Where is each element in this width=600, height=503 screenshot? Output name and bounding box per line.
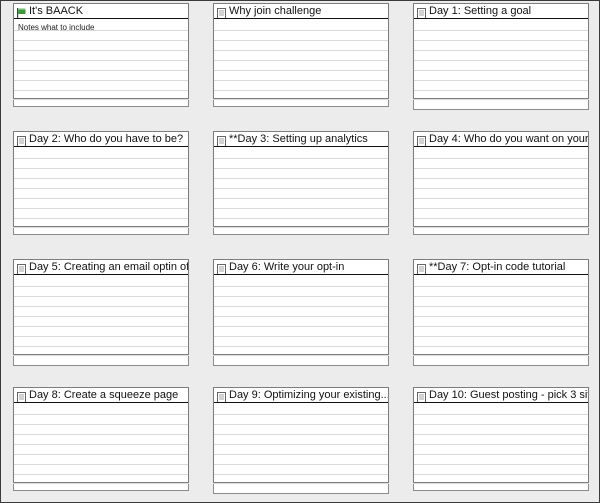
document-icon: [417, 262, 426, 274]
card-front: Day 5: Creating an email optin offer: [13, 259, 189, 355]
index-card[interactable]: Day 2: Who do you have to be?: [13, 131, 189, 235]
card-front: Day 6: Write your opt-in: [213, 259, 389, 355]
index-card[interactable]: Day 5: Creating an email optin offer: [13, 259, 189, 366]
stack-sheet: [413, 362, 589, 366]
card-front: Day 1: Setting a goal: [413, 3, 589, 99]
card-synopsis[interactable]: [414, 403, 588, 482]
stack-sheet: [213, 362, 389, 366]
card-header: Day 4: Who do you want on your...: [414, 132, 588, 147]
card-title: **Day 7: Opt-in code tutorial: [429, 261, 566, 273]
card-front: Why join challenge: [213, 3, 389, 99]
stack-sheet: [13, 487, 189, 491]
document-icon: [417, 390, 426, 402]
document-icon: [217, 134, 226, 146]
card-title: Day 4: Who do you want on your...: [429, 133, 588, 145]
flag-icon: [17, 6, 26, 18]
index-card[interactable]: Why join challenge: [213, 3, 389, 107]
card-synopsis[interactable]: [214, 19, 388, 98]
stack-sheet: [13, 231, 189, 235]
index-card[interactable]: It's BAACK Notes what to include: [13, 3, 189, 107]
card-header: Day 1: Setting a goal: [414, 4, 588, 19]
card-front: **Day 3: Setting up analytics: [213, 131, 389, 227]
stack-sheet: [13, 103, 189, 107]
index-card[interactable]: Day 6: Write your opt-in: [213, 259, 389, 366]
card-title: It's BAACK: [29, 5, 84, 17]
card-synopsis[interactable]: [414, 19, 588, 98]
card-title: Day 2: Who do you have to be?: [29, 133, 184, 145]
card-title: Why join challenge: [229, 5, 322, 17]
card-header: **Day 3: Setting up analytics: [214, 132, 388, 147]
card-title: Day 8: Create a squeeze page: [29, 389, 179, 401]
card-header: Why join challenge: [214, 4, 388, 19]
card-header: Day 8: Create a squeeze page: [14, 388, 188, 403]
document-icon: [217, 262, 226, 274]
index-card[interactable]: Day 4: Who do you want on your...: [413, 131, 589, 235]
card-front: Day 4: Who do you want on your...: [413, 131, 589, 227]
stack-sheet: [213, 490, 389, 494]
card-header: Day 10: Guest posting - pick 3 sites: [414, 388, 588, 403]
document-icon: [17, 390, 26, 402]
card-title: Day 9: Optimizing your existing...: [229, 389, 388, 401]
index-card[interactable]: **Day 7: Opt-in code tutorial: [413, 259, 589, 366]
index-card[interactable]: Day 10: Guest posting - pick 3 sites: [413, 387, 589, 491]
index-card[interactable]: Day 9: Optimizing your existing...: [213, 387, 389, 494]
document-icon: [17, 134, 26, 146]
stack-sheet: [13, 362, 189, 366]
card-note: Notes what to include: [18, 23, 95, 32]
card-synopsis[interactable]: [14, 147, 188, 226]
card-title: Day 6: Write your opt-in: [229, 261, 345, 273]
card-title: Day 10: Guest posting - pick 3 sites: [429, 389, 588, 401]
stack-sheet: [213, 231, 389, 235]
card-title: Day 5: Creating an email optin offer: [29, 261, 188, 273]
corkboard: It's BAACK Notes what to include Why joi…: [0, 0, 600, 503]
card-front: Day 2: Who do you have to be?: [13, 131, 189, 227]
card-title: Day 1: Setting a goal: [429, 5, 532, 17]
document-icon: [417, 6, 426, 18]
card-header: Day 5: Creating an email optin offer: [14, 260, 188, 275]
stack-sheet: [413, 231, 589, 235]
card-synopsis[interactable]: [214, 275, 388, 354]
card-synopsis[interactable]: Notes what to include: [14, 19, 188, 98]
stack-sheet: [413, 487, 589, 491]
card-header: Day 9: Optimizing your existing...: [214, 388, 388, 403]
card-title: **Day 3: Setting up analytics: [229, 133, 368, 145]
card-header: **Day 7: Opt-in code tutorial: [414, 260, 588, 275]
card-synopsis[interactable]: [14, 275, 188, 354]
card-synopsis[interactable]: [414, 147, 588, 226]
card-synopsis[interactable]: [14, 403, 188, 482]
document-icon: [217, 6, 226, 18]
card-front: It's BAACK Notes what to include: [13, 3, 189, 99]
document-icon: [17, 262, 26, 274]
document-icon: [417, 134, 426, 146]
card-header: Day 6: Write your opt-in: [214, 260, 388, 275]
card-synopsis[interactable]: [214, 403, 388, 482]
card-front: **Day 7: Opt-in code tutorial: [413, 259, 589, 355]
document-icon: [217, 390, 226, 402]
card-header: Day 2: Who do you have to be?: [14, 132, 188, 147]
card-front: Day 8: Create a squeeze page: [13, 387, 189, 483]
stack-sheet: [213, 103, 389, 107]
card-front: Day 10: Guest posting - pick 3 sites: [413, 387, 589, 483]
index-card[interactable]: Day 8: Create a squeeze page: [13, 387, 189, 491]
card-header: It's BAACK: [14, 4, 188, 19]
card-synopsis[interactable]: [214, 147, 388, 226]
index-card[interactable]: Day 1: Setting a goal: [413, 3, 589, 110]
stack-sheet: [413, 106, 589, 110]
index-card[interactable]: **Day 3: Setting up analytics: [213, 131, 389, 235]
card-synopsis[interactable]: [414, 275, 588, 354]
card-front: Day 9: Optimizing your existing...: [213, 387, 389, 483]
